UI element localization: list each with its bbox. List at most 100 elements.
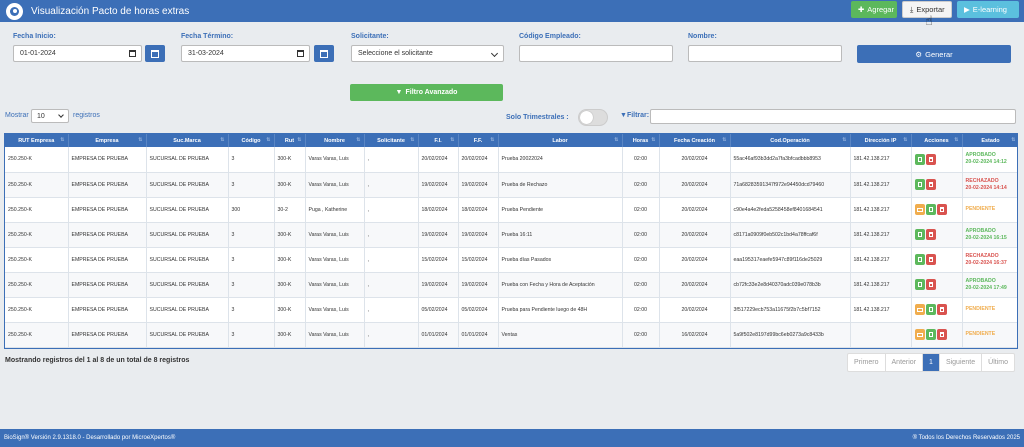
generate-button-label: Generar bbox=[925, 49, 953, 59]
gears-icon: ⚙ bbox=[915, 49, 923, 59]
email-button[interactable] bbox=[914, 304, 925, 315]
status-badge: PENDIENTE bbox=[966, 331, 1016, 338]
pointer-cursor-icon: ☝ bbox=[925, 13, 933, 28]
status-label: PENDIENTE bbox=[965, 306, 996, 312]
delete-button[interactable] bbox=[936, 304, 947, 315]
page-previous[interactable]: Anterior bbox=[886, 354, 924, 371]
column-header[interactable]: Cod.Operación ⇅ bbox=[730, 134, 851, 147]
cell-ip: 181.42.138.217 bbox=[850, 247, 912, 273]
elearning-button[interactable]: ▶ E-learning bbox=[957, 1, 1019, 18]
cell-horas: 02:00 bbox=[622, 272, 660, 298]
sort-icon: ⇅ bbox=[410, 137, 415, 143]
delete-button[interactable] bbox=[925, 179, 936, 190]
page-first[interactable]: Primero bbox=[848, 354, 886, 371]
column-header[interactable]: Estado ⇅ bbox=[962, 134, 1017, 147]
file-pdf-icon bbox=[917, 257, 922, 262]
cell-labor: Prueba 20022024 bbox=[498, 147, 623, 173]
quarterly-toggle[interactable] bbox=[578, 109, 608, 126]
column-header[interactable]: Fecha Creación ⇅ bbox=[659, 134, 731, 147]
requester-select[interactable]: Seleccione el solicitante bbox=[351, 45, 504, 62]
column-header[interactable]: Horas ⇅ bbox=[622, 134, 660, 147]
cell-suc: SUCURSAL DE PRUEBA bbox=[146, 247, 229, 273]
table-row: 250.250-K EMPRESA DE PRUEBA SUCURSAL DE PR… bbox=[5, 222, 1017, 248]
employee-code-input[interactable] bbox=[519, 45, 673, 62]
column-header[interactable]: RUT Empresa ⇅ bbox=[5, 134, 69, 147]
envelope-icon bbox=[916, 332, 923, 337]
trash-icon bbox=[928, 156, 933, 162]
status-badge: PENDIENTE bbox=[966, 206, 1016, 213]
status-badge: PENDIENTE bbox=[966, 306, 1016, 313]
column-header[interactable]: Rut ⇅ bbox=[274, 134, 306, 147]
page-length-select[interactable]: 10 bbox=[31, 109, 69, 123]
pdf-button[interactable] bbox=[914, 279, 925, 290]
delete-button[interactable] bbox=[925, 254, 936, 265]
advanced-filter-button[interactable]: ▼ Filtro Avanzado bbox=[350, 84, 503, 101]
column-header[interactable]: Empresa ⇅ bbox=[68, 134, 147, 147]
cell-actions bbox=[911, 247, 963, 273]
delete-button[interactable] bbox=[925, 229, 936, 240]
start-date-input[interactable]: 01-01-2024 bbox=[13, 45, 142, 62]
column-header[interactable]: Suc.Marca ⇅ bbox=[146, 134, 229, 147]
end-date-input[interactable]: 31-03-2024 bbox=[181, 45, 310, 62]
pdf-button[interactable] bbox=[914, 254, 925, 265]
sort-icon: ⇅ bbox=[60, 137, 65, 143]
generate-button[interactable]: ⚙ Generar bbox=[857, 45, 1011, 63]
cell-solicitante: , bbox=[364, 147, 419, 173]
delete-button[interactable] bbox=[925, 153, 936, 165]
add-button[interactable]: ✚ Agregar bbox=[851, 1, 897, 18]
column-header-label: F.F. bbox=[473, 137, 483, 144]
cell-ff: 01/01/2024 bbox=[458, 322, 499, 348]
column-header[interactable]: Nombre ⇅ bbox=[305, 134, 365, 147]
column-header[interactable]: Código ⇅ bbox=[228, 134, 275, 147]
email-button[interactable] bbox=[914, 329, 925, 340]
pdf-button[interactable] bbox=[925, 329, 936, 340]
pdf-button[interactable] bbox=[914, 179, 925, 190]
pdf-button[interactable] bbox=[914, 153, 925, 165]
table-row: 250.250-K EMPRESA DE PRUEBA SUCURSAL DE PR… bbox=[5, 197, 1017, 223]
add-button-label: Agregar bbox=[867, 5, 894, 14]
page-last[interactable]: Último bbox=[982, 354, 1014, 371]
column-header[interactable]: Acciones ⇅ bbox=[911, 134, 963, 147]
top-bar: Visualización Pacto de horas extras ✚ Ag… bbox=[0, 0, 1024, 22]
page-next[interactable]: Siguiente bbox=[940, 354, 983, 371]
cell-suc: SUCURSAL DE PRUEBA bbox=[146, 197, 229, 223]
cell-actions bbox=[911, 197, 963, 223]
column-header[interactable]: Dirección IP ⇅ bbox=[850, 134, 912, 147]
cell-actions bbox=[911, 322, 963, 348]
sort-icon: ⇅ bbox=[842, 137, 847, 143]
column-header[interactable]: F.F. ⇅ bbox=[458, 134, 499, 147]
column-header[interactable]: Labor ⇅ bbox=[498, 134, 623, 147]
table-filter-input[interactable] bbox=[650, 109, 1016, 124]
cell-nombre: Varas Varas, Luis bbox=[305, 297, 365, 323]
cell-labor: Prueba para Pendiente luego de 48H bbox=[498, 297, 623, 323]
cell-ff: 20/02/2024 bbox=[458, 147, 499, 173]
start-date-calendar-button[interactable] bbox=[145, 45, 165, 62]
cell-solicitante: , bbox=[364, 172, 419, 198]
column-header[interactable]: F.I. ⇅ bbox=[418, 134, 459, 147]
cell-labor: Prueba días Pasados bbox=[498, 247, 623, 273]
cell-rut: 300-K bbox=[274, 247, 306, 273]
column-header-label: Labor bbox=[552, 137, 568, 144]
trash-icon bbox=[928, 282, 933, 287]
cell-codop: 55ac46af93b3dd2a7fa3bfcadbbb8953 bbox=[730, 147, 851, 173]
cell-actions bbox=[911, 272, 963, 298]
pdf-button[interactable] bbox=[925, 204, 936, 215]
page-current[interactable]: 1 bbox=[923, 354, 940, 371]
delete-button[interactable] bbox=[925, 279, 936, 290]
cell-codigo: 3 bbox=[228, 297, 275, 323]
cell-fi: 18/02/2024 bbox=[418, 197, 459, 223]
pdf-button[interactable] bbox=[925, 304, 936, 315]
column-header[interactable]: Solicitante ⇅ bbox=[364, 134, 419, 147]
cell-rut-empresa: 250.250-K bbox=[5, 247, 69, 273]
delete-button[interactable] bbox=[936, 204, 947, 215]
status-badge: APROBADO 20-02-2024 16:15 bbox=[966, 228, 1016, 242]
pdf-button[interactable] bbox=[914, 229, 925, 240]
delete-button[interactable] bbox=[936, 329, 947, 340]
end-date-calendar-button[interactable] bbox=[314, 45, 334, 62]
cell-solicitante: , bbox=[364, 222, 419, 248]
cell-labor: Prueba Pendiente bbox=[498, 197, 623, 223]
cell-creacion: 16/02/2024 bbox=[659, 322, 731, 348]
name-input[interactable] bbox=[688, 45, 842, 62]
cell-fi: 15/02/2024 bbox=[418, 247, 459, 273]
email-button[interactable] bbox=[914, 204, 925, 215]
